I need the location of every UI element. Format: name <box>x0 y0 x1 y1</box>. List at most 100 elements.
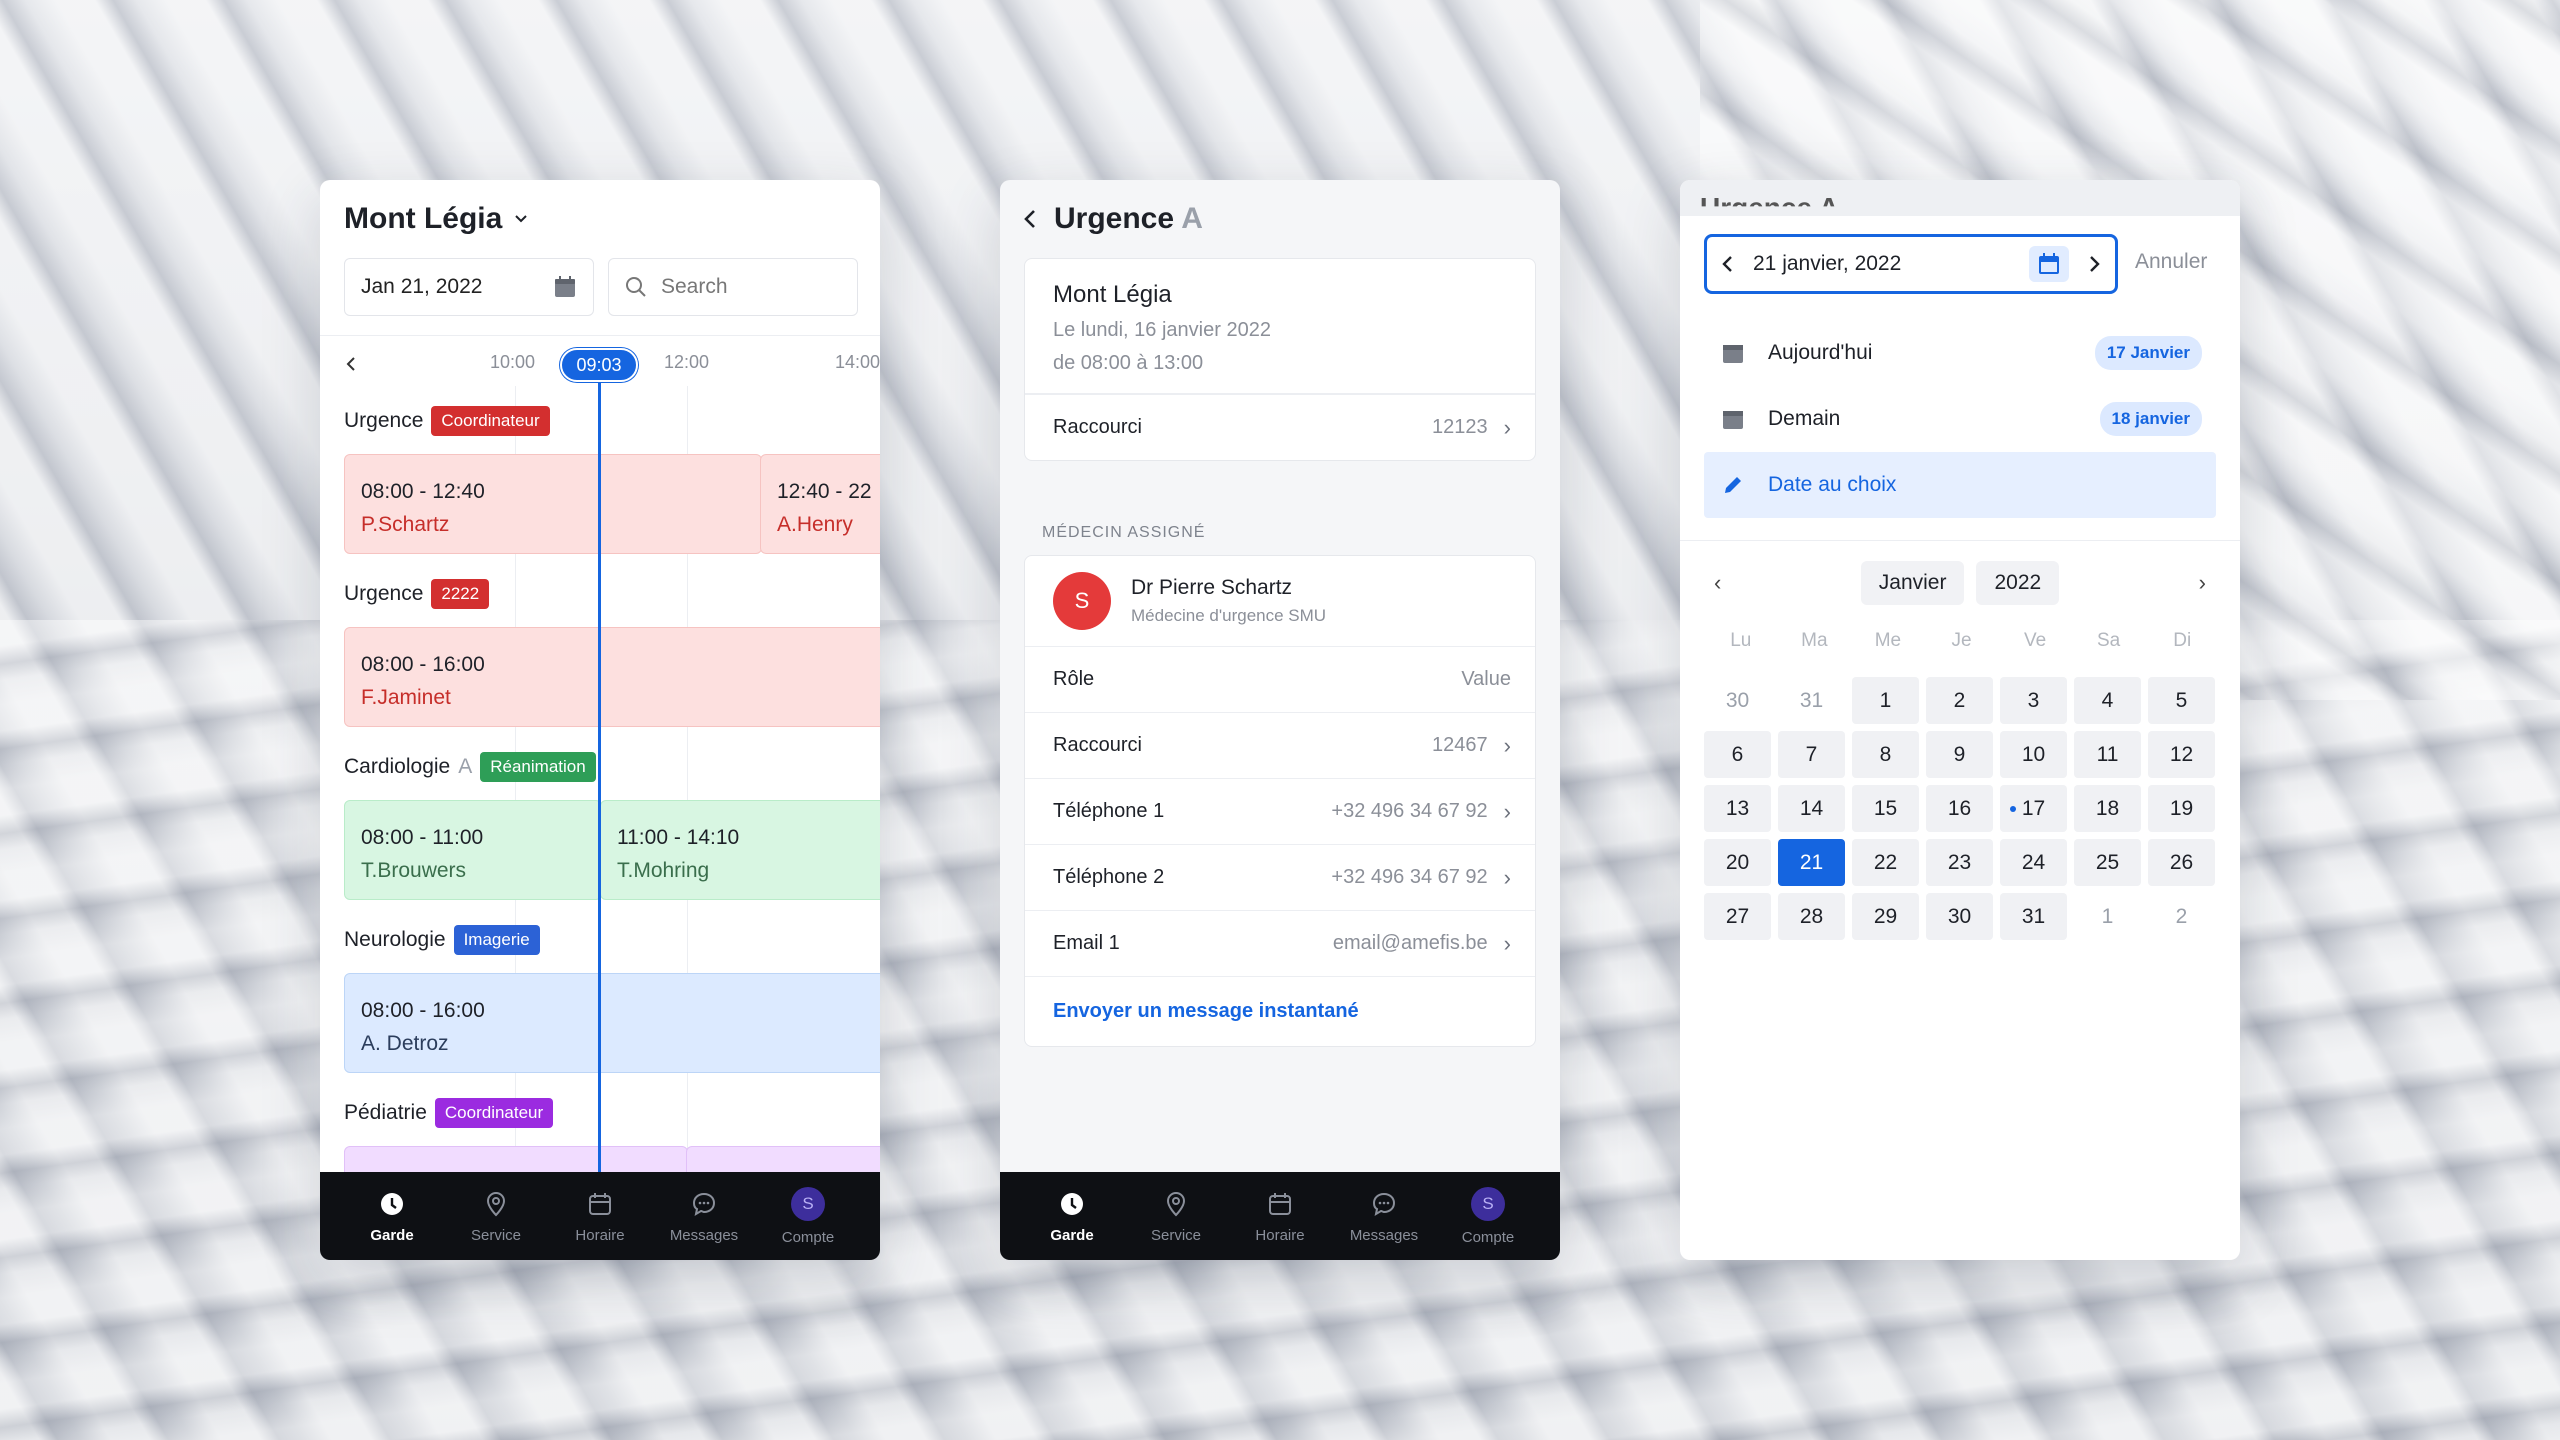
tab-label: Garde <box>370 1226 414 1244</box>
calendar-day[interactable]: 31 <box>1778 677 1845 724</box>
date-pill: 17 Janvier <box>2094 336 2202 370</box>
calendar-day[interactable]: 2 <box>1926 677 1993 724</box>
calendar-day[interactable]: 22 <box>1852 839 1919 886</box>
shift-time: 11:00 - 14:10 <box>617 826 740 849</box>
calendar-day[interactable]: 11 <box>2074 731 2141 778</box>
calendar-day[interactable]: 20 <box>1704 839 1771 886</box>
phone2-row[interactable]: Téléphone 2 +32 496 34 67 92 › <box>1025 844 1535 910</box>
calendar-day-selected[interactable]: 21 <box>1778 839 1845 886</box>
shortcut-row[interactable]: Raccourci 12123 › <box>1025 394 1535 460</box>
calendar-day[interactable]: 29 <box>1852 893 1919 940</box>
calendar-day[interactable]: 10 <box>2000 731 2067 778</box>
calendar-day[interactable]: 1 <box>2074 893 2141 940</box>
date-value: Jan 21, 2022 <box>361 275 483 298</box>
shift-time: 08:00 - 11:00 <box>361 826 484 849</box>
doctor-avatar: S <box>1053 572 1111 630</box>
tab-garde[interactable]: Garde <box>347 1189 437 1244</box>
send-message-link[interactable]: Envoyer un message instantané <box>1053 1000 1359 1023</box>
calendar-day[interactable]: 30 <box>1704 677 1771 724</box>
shortcut-row[interactable]: Raccourci 12467 › <box>1025 712 1535 778</box>
calendar-day[interactable]: 4 <box>2074 677 2141 724</box>
calendar-day[interactable]: 16 <box>1926 785 1993 832</box>
calendar-day[interactable]: 26 <box>2148 839 2215 886</box>
year-select[interactable]: 2022 <box>1976 561 2060 605</box>
search-input[interactable]: Search <box>608 258 858 316</box>
section-label: Urgence 2222 <box>344 579 490 609</box>
tab-label: Messages <box>669 1226 739 1244</box>
calendar-day[interactable]: 17 <box>2000 785 2067 832</box>
calendar-day[interactable]: 8 <box>1852 731 1919 778</box>
shift-block[interactable]: 12:40 - 22 A.Henry <box>760 454 880 554</box>
calendar-day[interactable]: 19 <box>2148 785 2215 832</box>
calendar-day[interactable]: 13 <box>1704 785 1771 832</box>
cancel-button[interactable]: Annuler <box>2135 250 2207 274</box>
calendar-day[interactable]: 3 <box>2000 677 2067 724</box>
shift-doctor: A.Henry <box>777 513 853 536</box>
calendar-icon[interactable] <box>2029 246 2069 282</box>
chevron-left-icon[interactable] <box>344 356 358 372</box>
section-label: Pédiatrie Coordinateur <box>344 1098 554 1128</box>
calendar-day[interactable]: 25 <box>2074 839 2141 886</box>
tab-messages[interactable]: Messages <box>1339 1189 1429 1244</box>
tab-service[interactable]: Service <box>451 1189 541 1244</box>
doctor-card: S Dr Pierre Schartz Médecine d'urgence S… <box>1024 555 1536 1047</box>
calendar-day[interactable]: 23 <box>1926 839 1993 886</box>
shift-block[interactable] <box>344 1146 688 1172</box>
shift-block[interactable]: 08:00 - 16:00 A. Detroz <box>344 973 880 1073</box>
tab-service[interactable]: Service <box>1131 1189 1221 1244</box>
chevron-right-icon[interactable]: › <box>2199 570 2206 596</box>
date-field[interactable]: Jan 21, 2022 <box>344 258 594 316</box>
doctor-name: Dr Pierre Schartz <box>1131 576 1293 599</box>
tab-garde[interactable]: Garde <box>1027 1189 1117 1244</box>
calendar-day[interactable]: 7 <box>1778 731 1845 778</box>
chevron-right-icon[interactable] <box>2087 255 2101 273</box>
option-custom-date[interactable]: Date au choix <box>1704 452 2216 518</box>
shift-block[interactable]: 11:00 - 14:10 T.Mohring <box>600 800 880 900</box>
date-picker-screen: Urgence A 21 janvier, 2022 Annuler Aujou… <box>1680 180 2240 1260</box>
page-title: Urgence A <box>1054 202 1203 236</box>
title-suffix: A <box>1181 202 1203 235</box>
calendar-day[interactable]: 5 <box>2148 677 2215 724</box>
calendar-day[interactable]: 24 <box>2000 839 2067 886</box>
calendar-day[interactable]: 1 <box>1852 677 1919 724</box>
calendar-day[interactable]: 6 <box>1704 731 1771 778</box>
calendar-day[interactable]: 30 <box>1926 893 1993 940</box>
tab-horaire[interactable]: Horaire <box>1235 1189 1325 1244</box>
calendar-icon[interactable] <box>553 275 577 299</box>
section-label: Neurologie Imagerie <box>344 925 540 955</box>
bottom-tab-bar: Garde Service Horaire Messages S Compte <box>1000 1172 1560 1260</box>
calendar-day[interactable]: 27 <box>1704 893 1771 940</box>
row-value: 12123 <box>1432 416 1488 438</box>
tab-compte[interactable]: S Compte <box>763 1186 853 1246</box>
calendar-day[interactable]: 12 <box>2148 731 2215 778</box>
tab-messages[interactable]: Messages <box>659 1189 749 1244</box>
message-row: Envoyer un message instantané <box>1025 976 1535 1046</box>
shift-block[interactable]: 08:00 - 12:40 P.Schartz <box>344 454 762 554</box>
option-tomorrow[interactable]: Demain 18 janvier <box>1704 386 2216 452</box>
shift-block[interactable]: 08:00 - 11:00 T.Brouwers <box>344 800 602 900</box>
date-input[interactable]: 21 janvier, 2022 <box>1704 234 2118 294</box>
email-row[interactable]: Email 1 email@amefis.be › <box>1025 910 1535 976</box>
tab-compte[interactable]: S Compte <box>1443 1186 1533 1246</box>
calendar-day[interactable]: 18 <box>2074 785 2141 832</box>
tab-horaire[interactable]: Horaire <box>555 1189 645 1244</box>
back-chevron-icon[interactable] <box>1022 208 1038 230</box>
doctor-header[interactable]: S Dr Pierre Schartz Médecine d'urgence S… <box>1025 556 1535 646</box>
role-row[interactable]: Rôle Value <box>1025 646 1535 712</box>
shift-block[interactable] <box>686 1146 880 1172</box>
chevron-left-icon[interactable] <box>1721 255 1735 273</box>
calendar-day[interactable]: 2 <box>2148 893 2215 940</box>
phone1-row[interactable]: Téléphone 1 +32 496 34 67 92 › <box>1025 778 1535 844</box>
calendar-day[interactable]: 14 <box>1778 785 1845 832</box>
section-name: Neurologie <box>344 928 446 951</box>
calendar-day[interactable]: 31 <box>2000 893 2067 940</box>
shift-doctor: T.Mohring <box>617 859 710 882</box>
option-today[interactable]: Aujourd'hui 17 Janvier <box>1704 320 2216 386</box>
calendar-day[interactable]: 15 <box>1852 785 1919 832</box>
hospital-selector[interactable]: Mont Légia <box>344 202 530 236</box>
month-select[interactable]: Janvier <box>1860 561 1965 605</box>
calendar-day[interactable]: 9 <box>1926 731 1993 778</box>
shift-block[interactable]: 08:00 - 16:00 F.Jaminet <box>344 627 880 727</box>
chevron-left-icon[interactable]: ‹ <box>1714 570 1721 596</box>
calendar-day[interactable]: 28 <box>1778 893 1845 940</box>
